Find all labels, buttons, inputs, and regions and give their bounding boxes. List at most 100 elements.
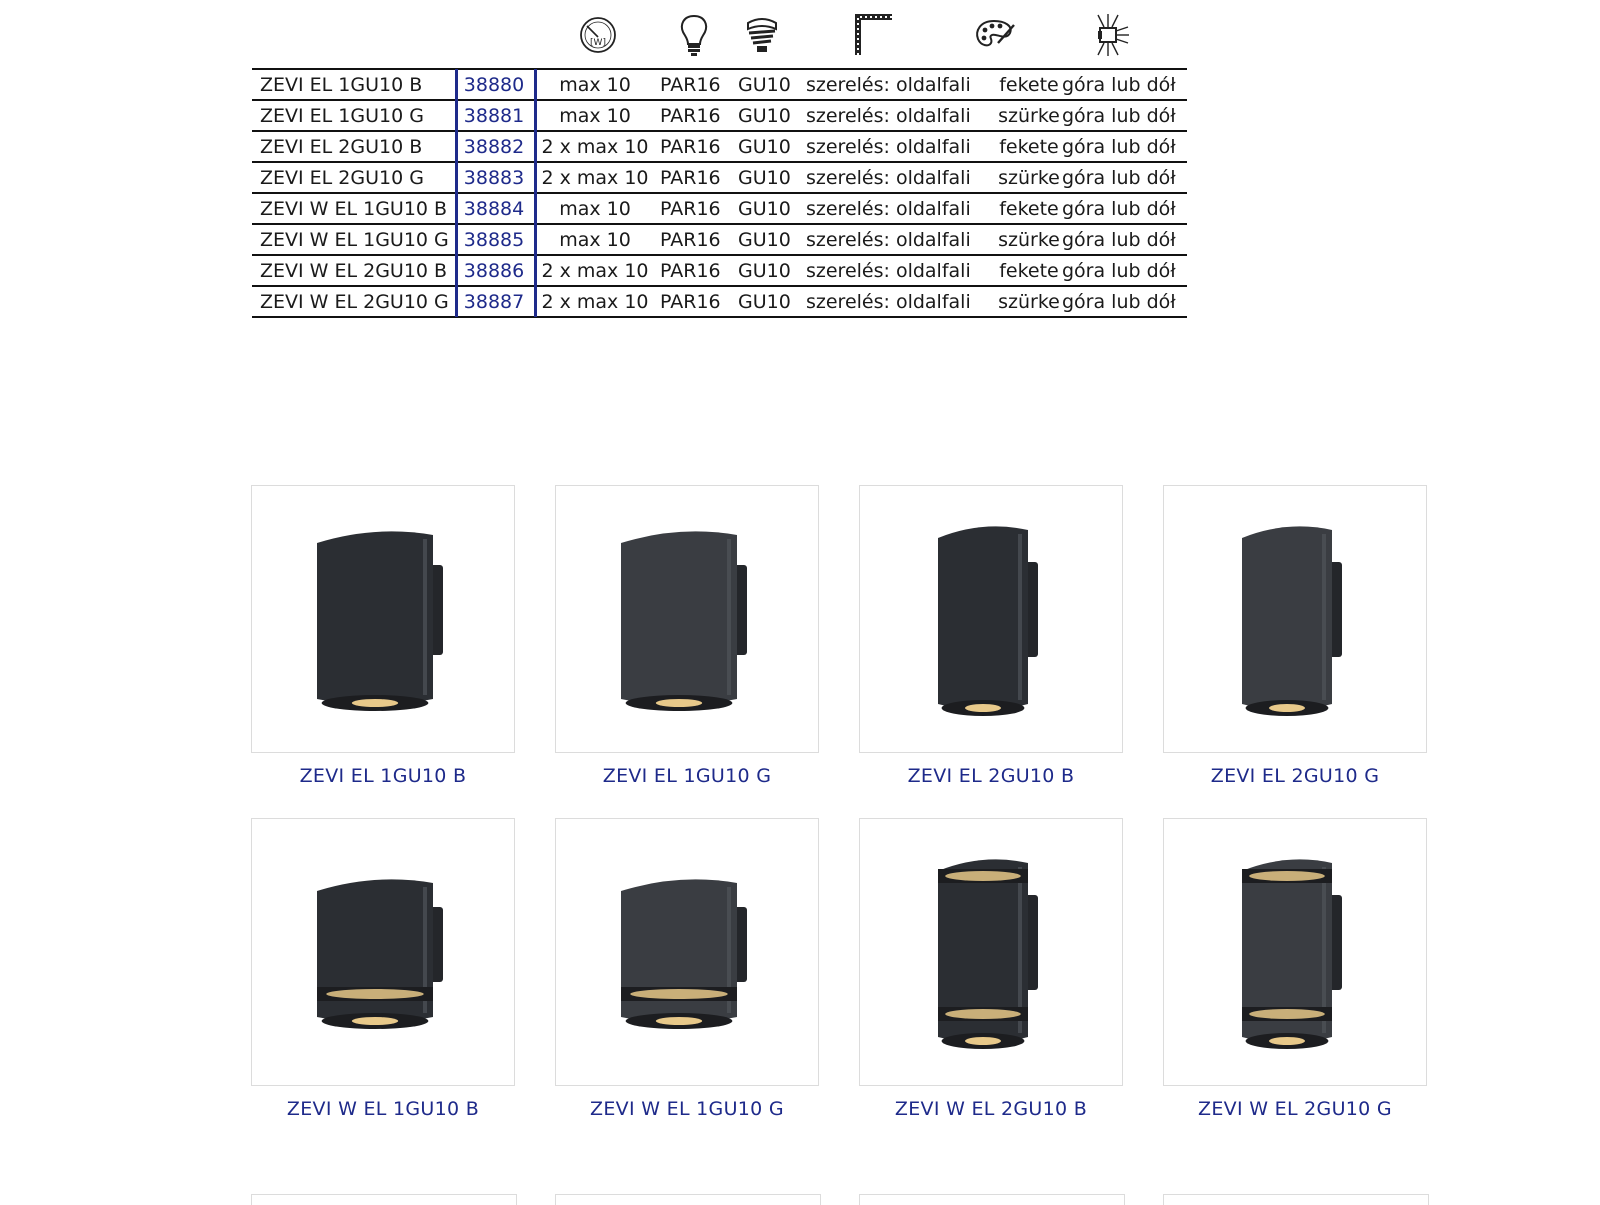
bulb-type: PAR16 <box>660 167 721 189</box>
mounting: szerelés: oldalfali <box>806 229 971 251</box>
lamp-window-double-grey-icon <box>1242 859 1342 1049</box>
lamp-short-down-grey-icon <box>621 531 747 711</box>
product-image-frame[interactable] <box>555 818 819 1086</box>
product-name: ZEVI EL 2GU10 G <box>260 167 424 189</box>
lamp-window-double-black-icon <box>938 859 1038 1049</box>
light-direction: góra lub dół <box>1062 74 1176 96</box>
finish-color: szürke <box>998 291 1060 313</box>
wattage: 2 x max 10 <box>541 291 649 313</box>
bulb-type: PAR16 <box>660 74 721 96</box>
product-caption[interactable]: ZEVI EL 1GU10 G <box>555 765 819 787</box>
product-card[interactable]: ZEVI EL 1GU10 B <box>251 485 515 787</box>
product-card[interactable]: ZEVI W EL 1GU10 G <box>555 818 819 1120</box>
lamp-window-single-grey-icon <box>621 879 747 1029</box>
mounting: szerelés: oldalfali <box>806 136 971 158</box>
table-header-icons: [W] <box>252 0 1187 70</box>
product-card[interactable]: ZEVI W EL 2GU10 B <box>859 818 1123 1120</box>
wattage: max 10 <box>559 229 631 251</box>
product-name: ZEVI W EL 1GU10 B <box>260 198 448 220</box>
mounting: szerelés: oldalfali <box>806 105 971 127</box>
table-row: ZEVI EL 1GU10 G 38881 max 10 PAR16 GU10 … <box>252 101 1187 132</box>
product-card[interactable]: ZEVI EL 2GU10 B <box>859 485 1123 787</box>
product-code[interactable]: 38887 <box>454 287 534 316</box>
product-name: ZEVI W EL 2GU10 G <box>260 291 449 313</box>
wattage: max 10 <box>559 74 631 96</box>
product-card[interactable]: ZEVI W EL 2GU10 G <box>1163 818 1427 1120</box>
table-row: ZEVI W EL 1GU10 G 38885 max 10 PAR16 GU1… <box>252 225 1187 256</box>
socket-type: GU10 <box>738 105 791 127</box>
finish-color: fekete <box>999 74 1059 96</box>
code-column-left-rule <box>455 69 458 317</box>
product-code[interactable]: 38882 <box>454 132 534 161</box>
product-code[interactable]: 38883 <box>454 163 534 192</box>
table-row: ZEVI W EL 1GU10 B 38884 max 10 PAR16 GU1… <box>252 194 1187 225</box>
product-code[interactable]: 38885 <box>454 225 534 254</box>
code-column-right-rule <box>534 69 537 317</box>
product-code[interactable]: 38884 <box>454 194 534 223</box>
light-direction: góra lub dół <box>1062 229 1176 251</box>
lamp-short-down-black-icon <box>317 531 443 711</box>
mounting: szerelés: oldalfali <box>806 198 971 220</box>
mounting: szerelés: oldalfali <box>806 74 971 96</box>
finish-color: szürke <box>998 229 1060 251</box>
socket-type: GU10 <box>738 136 791 158</box>
finish-color: szürke <box>998 105 1060 127</box>
lamp-tall-down-black-icon <box>938 526 1038 716</box>
socket-icon <box>740 12 784 58</box>
finish-color: fekete <box>999 198 1059 220</box>
product-caption[interactable]: ZEVI EL 1GU10 B <box>251 765 515 787</box>
light-direction: góra lub dół <box>1062 167 1176 189</box>
socket-type: GU10 <box>738 74 791 96</box>
product-code[interactable]: 38881 <box>454 101 534 130</box>
finish-color: szürke <box>998 167 1060 189</box>
product-image-frame[interactable] <box>1163 485 1427 753</box>
bulb-type: PAR16 <box>660 260 721 282</box>
bulb-type: PAR16 <box>660 105 721 127</box>
product-image-frame[interactable] <box>1163 818 1427 1086</box>
product-image-frame[interactable] <box>859 485 1123 753</box>
light-direction: góra lub dół <box>1062 136 1176 158</box>
wattage: 2 x max 10 <box>541 260 649 282</box>
table-row: ZEVI W EL 2GU10 B 38886 2 x max 10 PAR16… <box>252 256 1187 287</box>
table-row: ZEVI EL 2GU10 G 38883 2 x max 10 PAR16 G… <box>252 163 1187 194</box>
wattage: max 10 <box>559 105 631 127</box>
product-image-frame[interactable] <box>251 818 515 1086</box>
product-name: ZEVI EL 2GU10 B <box>260 136 423 158</box>
bulb-type: PAR16 <box>660 198 721 220</box>
finish-color: fekete <box>999 136 1059 158</box>
mounting: szerelés: oldalfali <box>806 260 971 282</box>
product-image-frame[interactable] <box>251 485 515 753</box>
lamp-window-single-black-icon <box>317 879 443 1029</box>
product-caption[interactable]: ZEVI EL 2GU10 B <box>859 765 1123 787</box>
product-caption[interactable]: ZEVI W EL 2GU10 G <box>1163 1098 1427 1120</box>
spec-table: [W] ZEVI EL 1GU10 B 38880 max 10 PAR16 G… <box>252 0 1187 318</box>
product-card[interactable]: ZEVI EL 1GU10 G <box>555 485 819 787</box>
socket-type: GU10 <box>738 167 791 189</box>
product-name: ZEVI W EL 1GU10 G <box>260 229 449 251</box>
light-direction: góra lub dół <box>1062 291 1176 313</box>
table-row: ZEVI EL 1GU10 B 38880 max 10 PAR16 GU10 … <box>252 70 1187 101</box>
mounting: szerelés: oldalfali <box>806 167 971 189</box>
bulb-type: PAR16 <box>660 291 721 313</box>
product-name: ZEVI W EL 2GU10 B <box>260 260 448 282</box>
product-image-frame[interactable] <box>555 485 819 753</box>
product-image-frame[interactable] <box>859 818 1123 1086</box>
product-caption[interactable]: ZEVI W EL 1GU10 G <box>555 1098 819 1120</box>
finish-color: fekete <box>999 260 1059 282</box>
product-name: ZEVI EL 1GU10 B <box>260 74 423 96</box>
product-caption[interactable]: ZEVI EL 2GU10 G <box>1163 765 1427 787</box>
wall-mount-icon <box>852 12 896 58</box>
product-caption[interactable]: ZEVI W EL 1GU10 B <box>251 1098 515 1120</box>
wattage: 2 x max 10 <box>541 167 649 189</box>
product-code[interactable]: 38886 <box>454 256 534 285</box>
bulb-type: PAR16 <box>660 136 721 158</box>
bulb-type: PAR16 <box>660 229 721 251</box>
product-card[interactable]: ZEVI W EL 1GU10 B <box>251 818 515 1120</box>
product-card[interactable]: ZEVI EL 2GU10 G <box>1163 485 1427 787</box>
bulb-icon <box>672 12 716 58</box>
wattage: 2 x max 10 <box>541 136 649 158</box>
socket-type: GU10 <box>738 260 791 282</box>
product-code[interactable]: 38880 <box>454 70 534 99</box>
product-caption[interactable]: ZEVI W EL 2GU10 B <box>859 1098 1123 1120</box>
palette-icon <box>972 12 1016 58</box>
